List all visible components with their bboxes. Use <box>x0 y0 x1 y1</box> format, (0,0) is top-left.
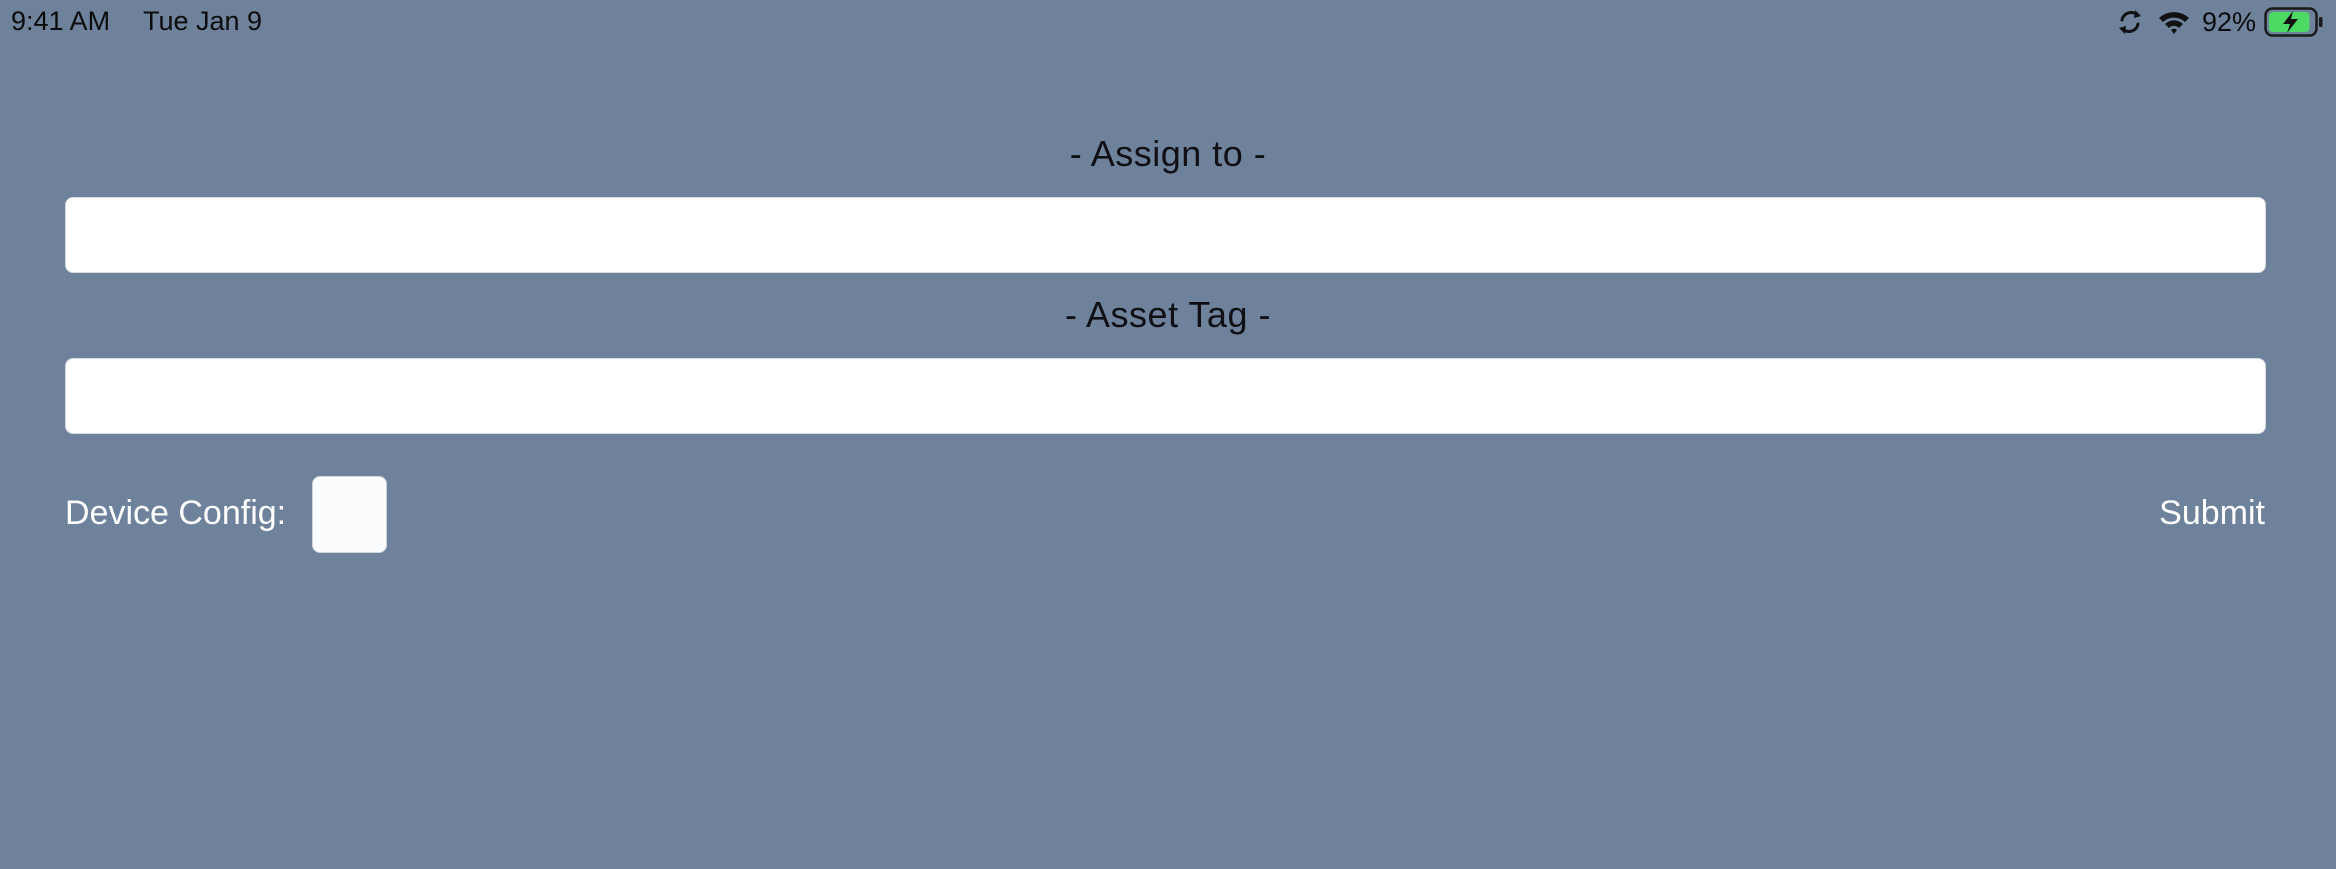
asset-tag-label: - Asset Tag - <box>1065 294 1271 335</box>
asset-tag-input[interactable] <box>65 358 2266 434</box>
battery-percent: 92% <box>2201 6 2256 37</box>
status-date: Tue Jan 9 <box>143 6 263 36</box>
status-bar: 9:41 AM Tue Jan 9 92% <box>0 0 2336 44</box>
assign-to-input[interactable] <box>65 197 2266 273</box>
submit-button[interactable]: Submit <box>2159 494 2265 533</box>
status-indicators: 92% <box>2116 5 2324 39</box>
status-time: 9:41 AM <box>11 6 111 36</box>
device-config-checkbox[interactable] <box>312 476 387 553</box>
assign-to-label: - Assign to - <box>1069 133 1267 174</box>
battery-charging-icon <box>2264 7 2323 37</box>
device-config-label: Device Config: <box>65 494 287 532</box>
sync-icon <box>2118 10 2141 34</box>
wifi-icon <box>2158 12 2189 34</box>
